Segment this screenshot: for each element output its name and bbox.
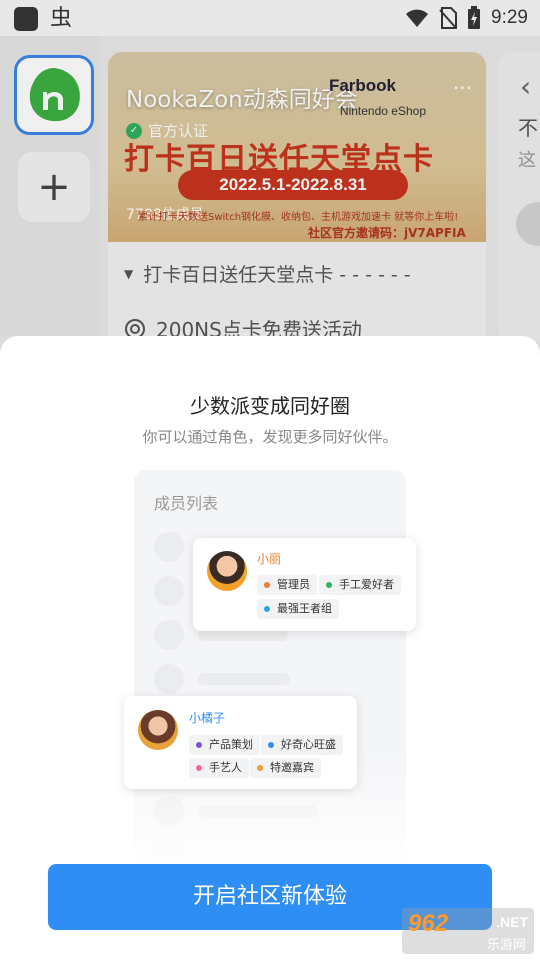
clock: 9:29 <box>491 7 528 28</box>
sheet-subtitle: 你可以通过角色，发现更多同好伙伴。 <box>142 428 398 446</box>
placeholder-avatar <box>154 576 184 606</box>
avatar <box>138 710 178 750</box>
role-tag: 手艺人 <box>189 758 249 778</box>
tag-dot <box>264 582 270 588</box>
placeholder-avatar <box>154 664 184 694</box>
member-card: 小橘子 产品策划 好奇心旺盛 手艺人 特邀嘉宾 <box>124 696 357 789</box>
tag-dot <box>326 582 332 588</box>
tag-dot <box>268 742 274 748</box>
wifi-icon <box>406 9 429 27</box>
role-tag: 手工爱好者 <box>319 575 401 595</box>
placeholder-avatar <box>154 620 184 650</box>
placeholder-line <box>198 805 318 817</box>
watermark-sub: 乐游网 <box>486 938 526 953</box>
tag-dot <box>196 765 202 771</box>
app-notification-icon <box>14 7 38 31</box>
tag-dot <box>257 765 263 771</box>
placeholder-line <box>198 673 290 685</box>
member-list-title: 成员列表 <box>154 494 219 513</box>
role-tag: 产品策划 <box>189 735 260 755</box>
watermark-net: .NET <box>496 914 528 930</box>
site-watermark: 962 .NET 乐游网 <box>402 908 534 954</box>
tag-dot <box>264 606 270 612</box>
member-card: 小丽 管理员 手工爱好者 最强王者组 <box>193 538 416 631</box>
sheet-title: 少数派变成同好圈 <box>190 394 350 418</box>
tag-dot <box>196 742 202 748</box>
placeholder-avatar <box>154 532 184 562</box>
member-list-illustration: 成员列表 <box>134 470 406 870</box>
member-name: 小橘子 <box>189 711 226 725</box>
status-bar: 虫 9:29 <box>0 0 540 36</box>
battery-charging-icon <box>468 6 481 29</box>
watermark-logo: 962 <box>408 910 449 937</box>
intro-sheet: 少数派变成同好圈 你可以通过角色，发现更多同好伙伴。 成员列表 小丽 管理员 手… <box>0 336 540 960</box>
no-sim-icon <box>439 7 458 29</box>
app-notification-char: 虫 <box>50 6 73 31</box>
role-tag: 好奇心旺盛 <box>261 735 343 755</box>
role-tag: 管理员 <box>257 575 317 595</box>
role-tag: 特邀嘉宾 <box>250 758 321 778</box>
member-name: 小丽 <box>257 552 282 566</box>
avatar <box>207 551 247 591</box>
role-tag: 最强王者组 <box>257 599 339 619</box>
placeholder-avatar <box>154 796 184 826</box>
